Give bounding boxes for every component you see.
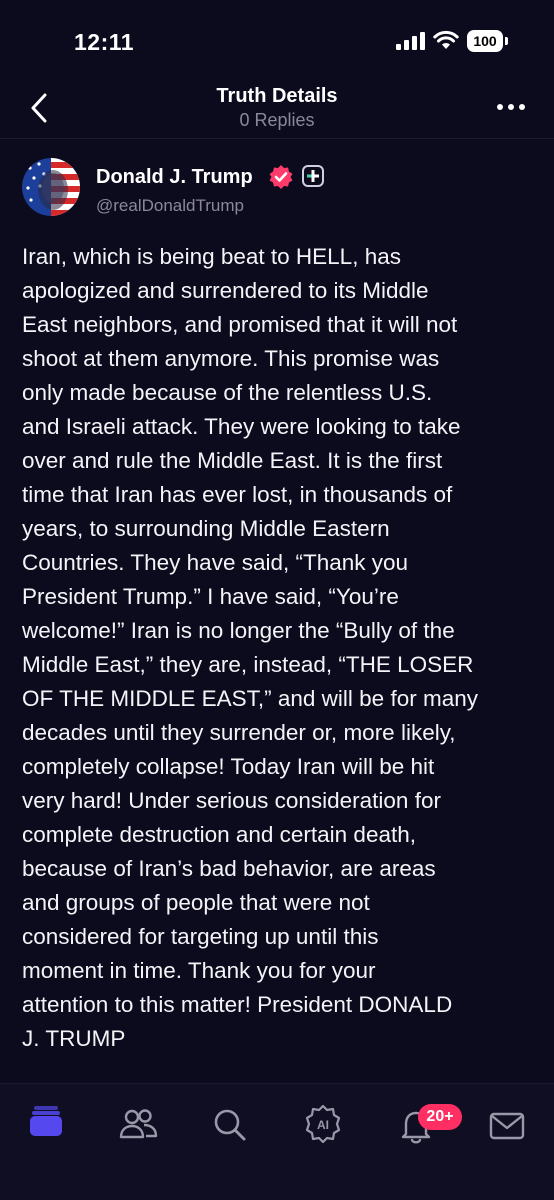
plus-subscriber-icon — [302, 165, 324, 187]
tab-search-icon[interactable] — [210, 1105, 250, 1145]
tab-groups-icon[interactable] — [118, 1105, 158, 1145]
tab-messages-mail-icon[interactable] — [487, 1106, 527, 1146]
cellular-signal-icon — [396, 32, 425, 50]
verified-badge-icon — [269, 165, 293, 189]
author-name[interactable]: Donald J. Trump — [96, 166, 253, 189]
status-bar: 12:11 100 — [0, 0, 554, 80]
replies-count: 0 Replies — [239, 110, 315, 130]
more-options-icon[interactable] — [494, 97, 528, 117]
tab-ai-icon[interactable]: AI — [303, 1104, 343, 1144]
bottom-tab-bar — [0, 1083, 554, 1200]
battery-cap — [505, 37, 508, 45]
tab-home-feed-icon[interactable] — [26, 1102, 66, 1142]
header: Truth Details 0 Replies — [0, 80, 554, 139]
avatar[interactable] — [22, 158, 80, 216]
battery-indicator: 100 — [467, 30, 503, 52]
screen: 12:11 100 Truth Details 0 Replies Donald… — [0, 0, 554, 1200]
wifi-icon — [433, 30, 459, 49]
status-time: 12:11 — [74, 29, 135, 55]
page-title: Truth Details — [216, 85, 338, 107]
author-handle[interactable]: @realDonaldTrump — [96, 196, 244, 216]
avatar-image — [22, 158, 80, 216]
svg-text:AI: AI — [317, 1118, 329, 1132]
notification-count-badge: 20+ — [418, 1104, 462, 1130]
post-body-text: Iran, which is being beat to HELL, has a… — [22, 244, 478, 1051]
plus-glyph-icon — [307, 170, 319, 182]
